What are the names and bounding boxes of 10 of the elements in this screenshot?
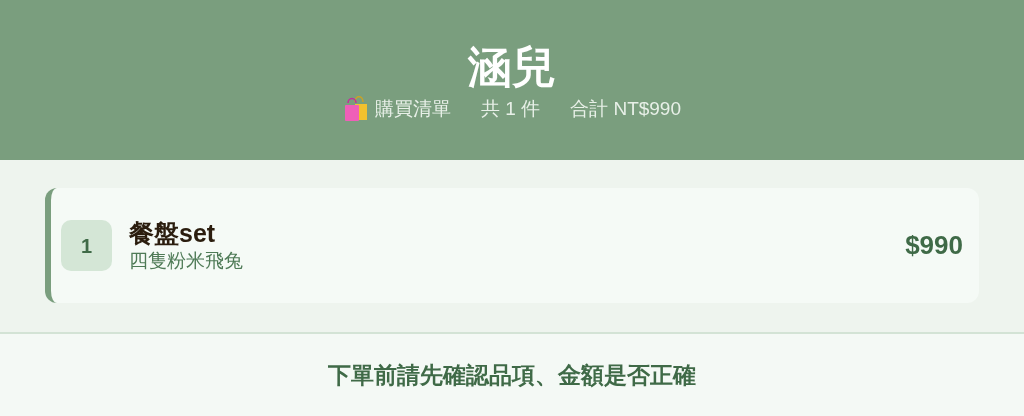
item-name: 餐盤set [129,217,217,248]
item-price: $990 [905,229,963,262]
item-variant: 四隻粉米飛兔 [129,248,244,273]
summary-text: 購買清單 [375,96,451,121]
shopping-bags-icon [343,96,369,122]
page-title: 涵兒 [468,40,556,93]
summary-text: 共 1 件 [481,96,541,121]
summary-text: 合計 NT$990 [570,96,681,121]
item-number: 1 [61,220,112,271]
footer-note: 下單前請先確認品項、金額是否正確 [328,360,696,390]
